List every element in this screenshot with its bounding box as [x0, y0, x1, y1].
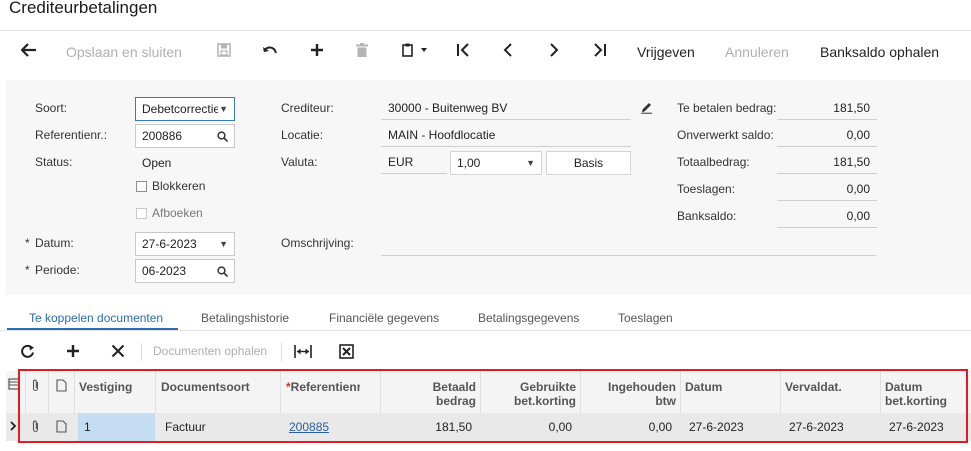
vendor-value: 30000 - Buitenweg BV — [388, 101, 508, 115]
reference-value: 200886 — [142, 129, 183, 143]
reference-label: Referentienr.: — [35, 128, 108, 142]
tab-payment-details[interactable]: Betalingsgegevens — [478, 310, 579, 326]
date-value: 27-6-2023 — [142, 237, 197, 251]
total-amount-label: Totaalbedrag: — [677, 155, 750, 169]
charges-label: Toeslagen: — [677, 182, 736, 196]
currency-input[interactable]: EUR — [381, 154, 447, 174]
date-label: Datum: — [35, 236, 74, 250]
location-label: Locatie: — [281, 128, 324, 142]
hold-checkbox[interactable] — [136, 181, 147, 192]
load-documents-button[interactable]: Documenten ophalen — [153, 342, 267, 360]
get-bank-balance-button[interactable]: Banksaldo ophalen — [820, 41, 939, 63]
search-icon[interactable] — [217, 125, 229, 147]
bank-balance-value: 0,00 — [777, 208, 877, 228]
hold-label: Blokkeren — [152, 179, 206, 193]
fit-columns-icon[interactable] — [294, 345, 312, 361]
title-divider — [0, 30, 971, 31]
current-row-arrow-icon — [10, 420, 17, 434]
floppy-disk-icon[interactable] — [212, 40, 236, 62]
first-record-icon[interactable] — [451, 40, 475, 62]
chevron-down-icon: ▼ — [526, 158, 535, 168]
arrow-left-icon[interactable] — [17, 40, 41, 62]
period-label: Periode: — [35, 263, 80, 277]
highlight-annotation-box — [18, 369, 968, 443]
required-mark: * — [25, 263, 30, 277]
search-icon[interactable] — [217, 260, 229, 282]
trash-icon[interactable] — [350, 40, 374, 62]
charges-value: 0,00 — [777, 181, 877, 201]
bank-balance-label: Banksaldo: — [677, 209, 737, 223]
cancel-button[interactable]: Annuleren — [725, 41, 789, 63]
type-select[interactable]: Debetcorrectie ▼ — [135, 97, 235, 121]
vendor-label: Crediteur: — [281, 101, 334, 115]
toolbar-divider — [141, 343, 142, 361]
period-input[interactable]: 06-2023 — [135, 259, 235, 283]
status-label: Status: — [35, 155, 73, 169]
last-record-icon[interactable] — [588, 40, 612, 62]
approve-checkbox[interactable] — [136, 208, 147, 219]
close-icon[interactable] — [111, 344, 125, 361]
amount-to-pay-label: Te betalen bedrag: — [677, 101, 777, 115]
exchange-rate-select[interactable]: 1,00 ▼ — [450, 151, 542, 175]
plus-icon[interactable] — [66, 344, 80, 361]
tab-financial-details[interactable]: Financiële gegevens — [329, 310, 439, 326]
status-value: Open — [142, 156, 172, 170]
currency-value: EUR — [388, 155, 414, 169]
clipboard-icon[interactable] — [396, 40, 436, 62]
save-and-close-button[interactable]: Opslaan en sluiten — [66, 41, 182, 63]
chevron-left-icon[interactable] — [496, 40, 520, 62]
type-value: Debetcorrectie — [142, 102, 218, 116]
approve-label: Afboeken — [152, 206, 203, 220]
base-currency-label: Basis — [573, 156, 604, 170]
total-amount-value: 181,50 — [777, 154, 877, 174]
date-input[interactable]: 27-6-2023 ▼ — [135, 232, 235, 256]
toolbar-divider — [281, 343, 282, 361]
location-value: MAIN - Hoofdlocatie — [388, 128, 496, 142]
tab-payment-history[interactable]: Betalingshistorie — [201, 310, 289, 326]
undo-icon[interactable] — [258, 40, 282, 62]
tab-charges[interactable]: Toeslagen — [618, 310, 673, 326]
release-button[interactable]: Vrijgeven — [637, 41, 695, 63]
base-currency-button[interactable]: Basis — [546, 151, 631, 175]
tab-documents-to-apply[interactable]: Te koppelen documenten — [29, 310, 163, 326]
currency-label: Valuta: — [281, 155, 318, 169]
description-input[interactable] — [381, 235, 876, 256]
pencil-icon[interactable] — [640, 101, 653, 117]
page-title: Crediteurbetalingen — [9, 0, 158, 17]
type-label: Soort: — [35, 101, 68, 115]
reference-input[interactable]: 200886 — [135, 124, 235, 148]
excel-export-icon[interactable] — [339, 344, 354, 362]
vendor-input[interactable]: 30000 - Buitenweg BV — [381, 100, 631, 120]
required-mark: * — [25, 236, 30, 250]
unapplied-balance-label: Onverwerkt saldo: — [677, 128, 774, 142]
plus-icon[interactable] — [305, 40, 329, 62]
exchange-rate-value: 1,00 — [457, 156, 481, 170]
description-label: Omschrijving: — [281, 236, 354, 250]
unapplied-balance-value: 0,00 — [777, 127, 877, 147]
location-input[interactable]: MAIN - Hoofdlocatie — [381, 127, 631, 147]
chevron-down-icon: ▼ — [219, 104, 228, 114]
period-value: 06-2023 — [142, 264, 187, 278]
chevron-right-icon[interactable] — [542, 40, 566, 62]
tabs-divider — [0, 330, 971, 331]
amount-to-pay-value: 181,50 — [777, 100, 877, 120]
refresh-icon[interactable] — [20, 344, 35, 362]
chevron-down-icon[interactable]: ▼ — [219, 233, 228, 255]
